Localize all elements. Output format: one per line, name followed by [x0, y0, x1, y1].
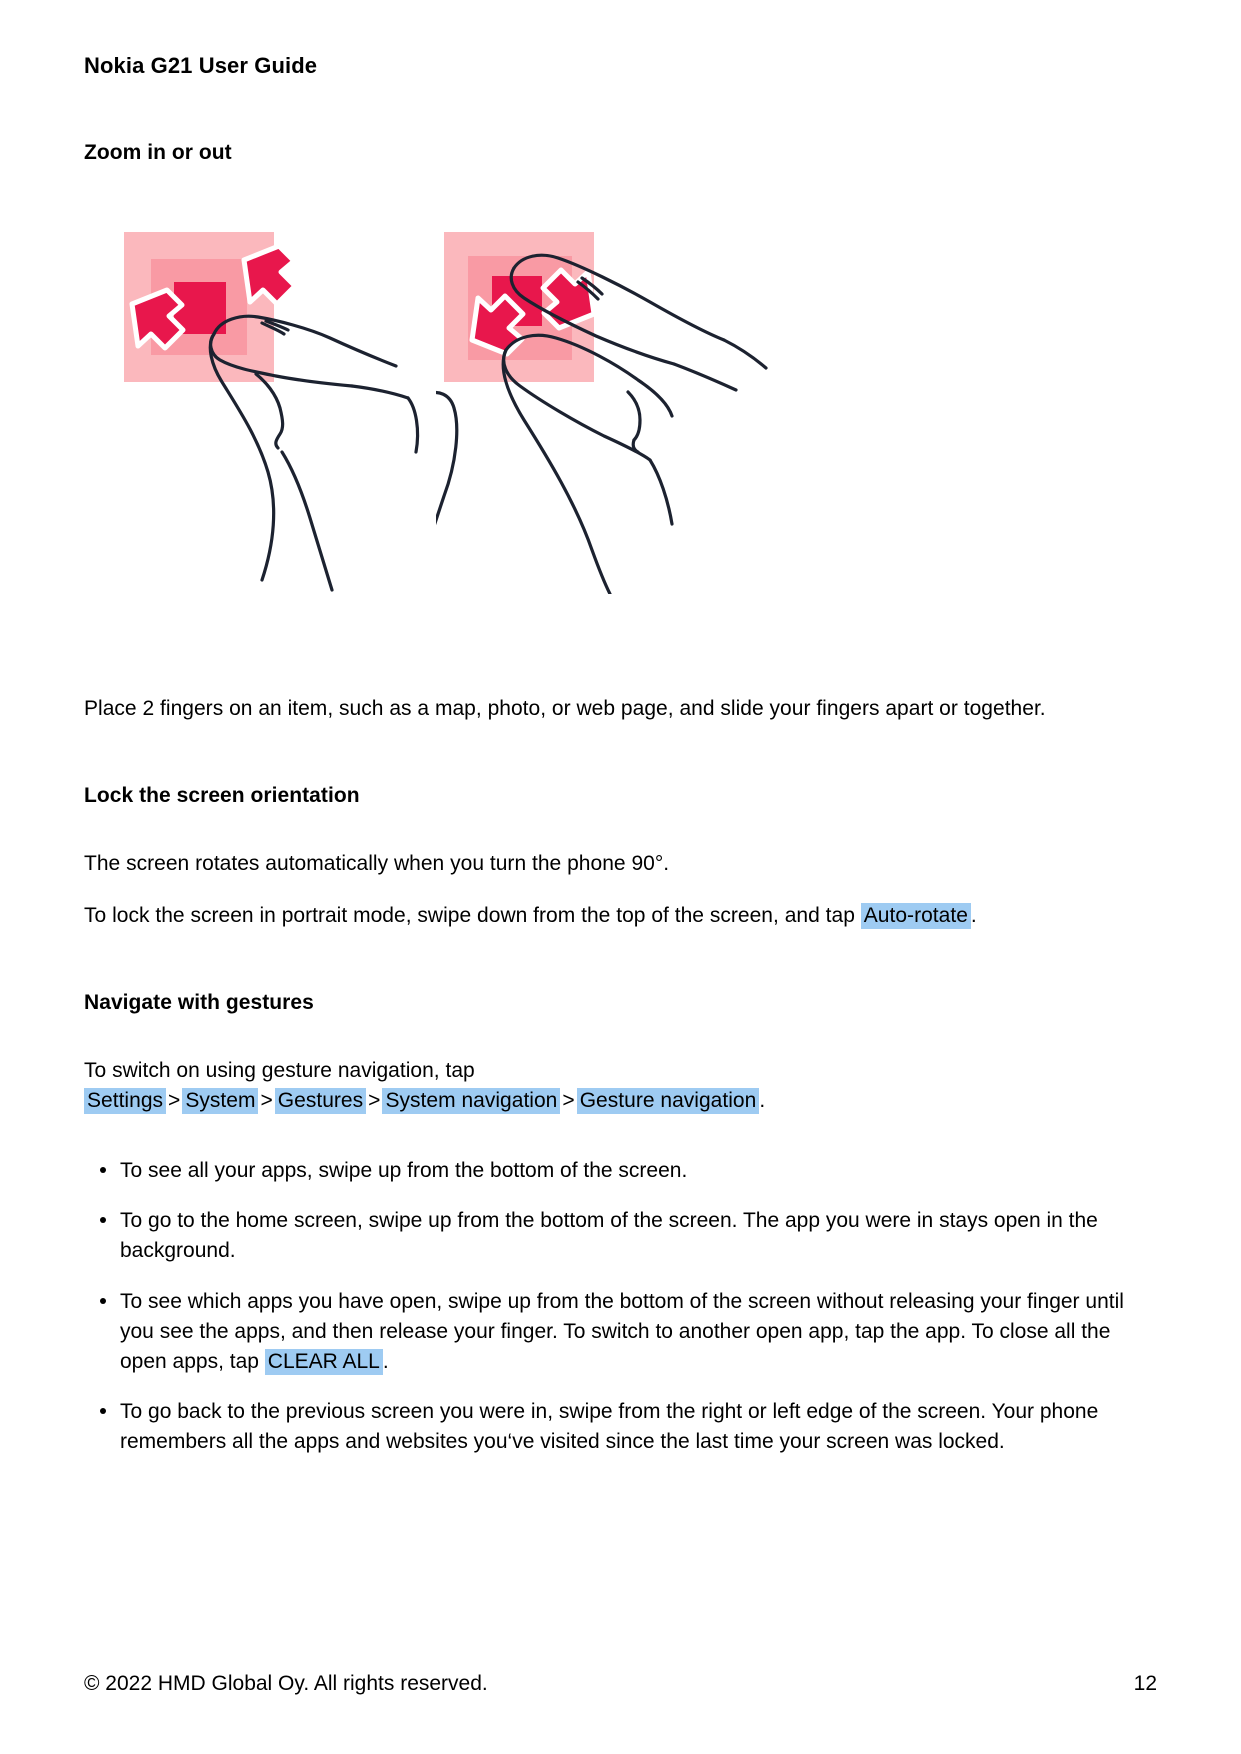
lock-orientation-paragraph-2: To lock the screen in portrait mode, swi…: [84, 901, 1159, 931]
page-footer: © 2022 HMD Global Oy. All rights reserve…: [84, 1672, 1157, 1696]
ui-ref-gesture-navigation[interactable]: Gesture navigation: [576, 1087, 760, 1114]
bullet-dot-icon: [100, 1217, 106, 1224]
list-item-text: To go to the home screen, swipe up from …: [120, 1209, 1098, 1263]
heading-zoom-in-or-out: Zoom in or out: [84, 140, 232, 164]
gestures-navigation-path: To switch on using gesture navigation, t…: [84, 1056, 1159, 1116]
heading-lock-screen-orientation: Lock the screen orientation: [84, 783, 360, 807]
pinch-out-gesture-illustration: [420, 224, 776, 599]
gestures-bullet-list: To see all your apps, swipe up from the …: [84, 1156, 1159, 1458]
ui-ref-system[interactable]: System: [182, 1087, 259, 1114]
gestures-intro-after: .: [759, 1088, 766, 1112]
list-item: To go to the home screen, swipe up from …: [84, 1206, 1159, 1266]
zoom-description: Place 2 fingers on an item, such as a ma…: [84, 696, 1046, 720]
page-number: 12: [1133, 1672, 1157, 1695]
path-separator-4: >: [562, 1088, 575, 1112]
document-page: Nokia G21 User Guide Zoom in or out Plac…: [0, 0, 1241, 1754]
path-separator-2: >: [260, 1088, 273, 1112]
lock-orientation-text-before: To lock the screen in portrait mode, swi…: [84, 903, 855, 927]
gesture-illustrations: [84, 224, 1159, 694]
bullet-dot-icon: [100, 1166, 106, 1173]
list-item-text: To see all your apps, swipe up from the …: [120, 1158, 688, 1182]
footer-copyright: © 2022 HMD Global Oy. All rights reserve…: [84, 1672, 488, 1695]
ui-ref-settings[interactable]: Settings: [84, 1087, 167, 1114]
list-item: To see which apps you have open, swipe u…: [84, 1287, 1159, 1376]
lock-orientation-paragraph-1: The screen rotates automatically when yo…: [84, 852, 670, 875]
ui-ref-auto-rotate[interactable]: Auto-rotate: [860, 902, 971, 929]
bullet-dot-icon: [100, 1297, 106, 1304]
path-separator-1: >: [168, 1088, 181, 1112]
gestures-intro-before: To switch on using gesture navigation, t…: [84, 1058, 475, 1082]
ui-ref-clear-all[interactable]: CLEAR ALL: [264, 1348, 383, 1375]
path-separator-3: >: [368, 1088, 381, 1112]
list-item-text: To go back to the previous screen you we…: [120, 1400, 1099, 1454]
page-content: Nokia G21 User Guide Zoom in or out Plac…: [84, 52, 1159, 1457]
document-header: Nokia G21 User Guide: [84, 53, 318, 78]
list-item: To go back to the previous screen you we…: [84, 1397, 1159, 1457]
list-item-text-after: .: [382, 1349, 389, 1373]
lock-orientation-text-after: .: [970, 903, 977, 927]
heading-navigate-with-gestures: Navigate with gestures: [84, 990, 314, 1014]
ui-ref-gestures[interactable]: Gestures: [274, 1087, 367, 1114]
bullet-dot-icon: [100, 1408, 106, 1415]
list-item: To see all your apps, swipe up from the …: [84, 1156, 1159, 1186]
ui-ref-system-navigation[interactable]: System navigation: [382, 1087, 561, 1114]
pinch-in-gesture-illustration: [116, 224, 436, 599]
